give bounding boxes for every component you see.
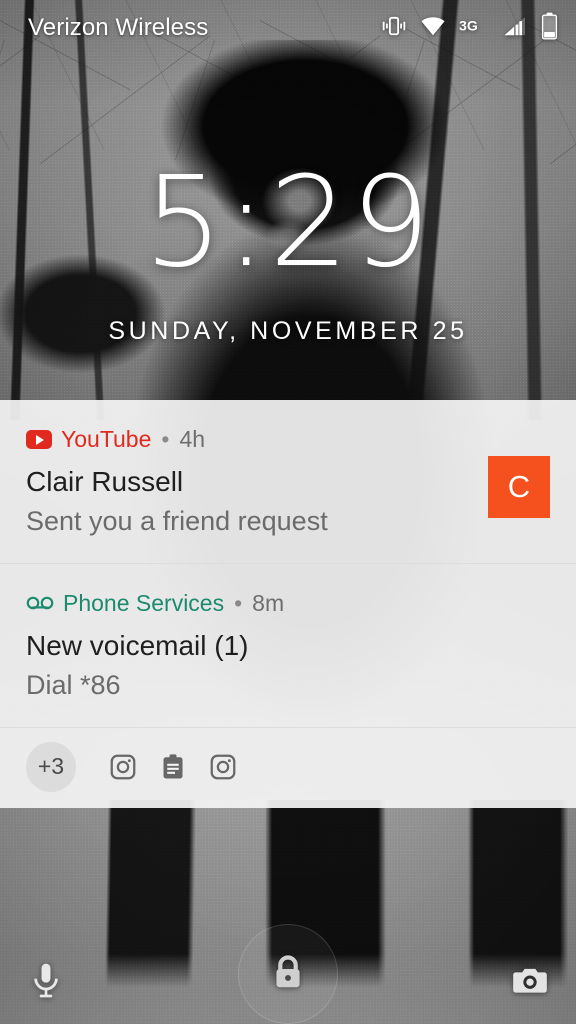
notification-body: Dial *86 xyxy=(26,669,121,700)
voicemail-icon xyxy=(26,595,54,611)
wifi-icon xyxy=(420,13,446,44)
notification-separator: • xyxy=(234,589,243,616)
notification-card[interactable]: YouTube • 4h Clair Russell Sent you a fr… xyxy=(0,400,576,563)
notification-shade: YouTube • 4h Clair Russell Sent you a fr… xyxy=(0,400,576,808)
notification-app-name: Phone Services xyxy=(63,589,225,616)
battery-icon xyxy=(541,12,558,45)
carrier-label: Verizon Wireless xyxy=(28,14,209,41)
notification-separator: • xyxy=(161,426,170,452)
lock-screen: Verizon Wireless 3G 5:29 SUNDAY, NOVEMBE… xyxy=(0,0,576,1024)
microphone-shortcut[interactable] xyxy=(18,954,74,1010)
notification-title: Clair Russell xyxy=(26,466,184,497)
notification-time: 8m xyxy=(252,589,285,616)
more-notifications-badge[interactable]: +3 xyxy=(26,741,76,792)
notification-time: 4h xyxy=(179,426,206,452)
notification-header: YouTube • 4h xyxy=(26,426,552,453)
notification-body: Sent you a friend request xyxy=(26,506,328,536)
camera-icon xyxy=(510,960,550,1005)
lock-icon xyxy=(267,951,309,998)
clipboard-icon[interactable] xyxy=(158,752,188,782)
notification-overflow-row[interactable]: +3 xyxy=(0,726,576,808)
network-type-text: 3G xyxy=(459,17,478,33)
bottom-shortcut-bar xyxy=(0,914,576,1024)
avatar[interactable]: C xyxy=(488,456,550,518)
notification-card[interactable]: Phone Services • 8m New voicemail (1) Di… xyxy=(0,562,576,727)
microphone-icon xyxy=(26,960,66,1005)
vibrate-icon xyxy=(381,13,407,44)
lock-indicator[interactable] xyxy=(238,924,338,1024)
camera-shortcut[interactable] xyxy=(502,954,558,1010)
network-type-icon: 3G xyxy=(459,15,489,42)
youtube-icon xyxy=(26,430,52,449)
clock-time: 5:29 xyxy=(143,150,433,295)
instagram-icon[interactable] xyxy=(108,752,138,782)
clock-widget[interactable]: 5:29 SUNDAY, NOVEMBER 25 xyxy=(0,160,576,346)
status-icon-group: 3G xyxy=(381,12,558,45)
status-bar: Verizon Wireless 3G xyxy=(0,0,576,56)
signal-bars-icon xyxy=(502,14,528,43)
notification-app-name: YouTube xyxy=(61,426,152,452)
instagram-icon[interactable] xyxy=(208,752,238,782)
clock-date: SUNDAY, NOVEMBER 25 xyxy=(108,317,468,345)
notification-header: Phone Services • 8m xyxy=(26,590,552,617)
notification-title: New voicemail (1) xyxy=(26,629,249,661)
